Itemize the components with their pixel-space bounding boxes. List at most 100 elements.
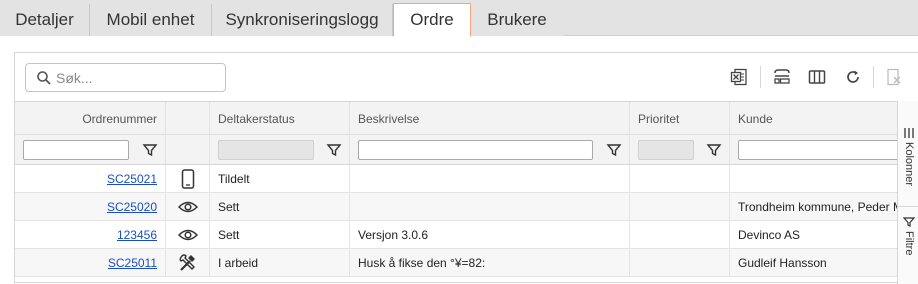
tab-brukere[interactable]: Brukere <box>471 4 563 36</box>
status-cell: Sett <box>209 221 349 248</box>
tab-mobil-enhet[interactable]: Mobil enhet <box>90 4 212 36</box>
table-row[interactable]: 123456 Sett Versjon 3.0.6 Devinco AS <box>15 221 897 249</box>
header-label: Kunde <box>738 111 773 126</box>
columns-button[interactable] <box>805 65 829 89</box>
status-cell: I arbeid <box>209 249 349 276</box>
description-cell <box>349 193 629 220</box>
customer-cell: Gudleif Hansson <box>729 249 897 276</box>
filter-input-beskrivelse[interactable] <box>358 140 593 160</box>
status-icon-cell <box>165 193 209 220</box>
filter-input-ordrenummer[interactable] <box>23 140 129 160</box>
tab-synkroniseringslogg[interactable]: Synkroniseringslogg <box>212 4 393 36</box>
side-panel: Kolonner Filtre <box>897 101 918 284</box>
order-number-cell: SC25011 <box>15 249 165 276</box>
refresh-icon <box>847 70 859 83</box>
customer-cell: Devinco AS <box>729 221 897 248</box>
clear-filter-icon <box>887 68 901 86</box>
status-cell: Sett <box>209 193 349 220</box>
column-header-ordrenummer[interactable]: Ordrenummer <box>15 102 165 135</box>
tab-bar: Detaljer Mobil enhet Synkroniseringslogg… <box>0 0 918 37</box>
order-number-cell: 123456 <box>15 221 165 248</box>
group-rows-button[interactable] <box>770 65 794 89</box>
eye-icon <box>177 201 198 212</box>
tab-label: Ordre <box>410 10 454 29</box>
filter-cell-deltakerstatus <box>209 135 349 164</box>
column-header-prioritet[interactable]: Prioritet <box>629 102 729 135</box>
customer-cell: Trondheim kommune, Peder M <box>729 193 897 220</box>
side-tab-label: Filtre <box>903 231 915 256</box>
clear-filter-button[interactable] <box>882 65 906 89</box>
priority-cell <box>629 221 729 248</box>
description-cell: Husk å fikse den °¥=82: <box>349 249 629 276</box>
table-row[interactable]: SC25011 I arbeid Husk å fikse den °¥=82:… <box>15 249 897 277</box>
filter-cell-beskrivelse <box>349 135 629 164</box>
refresh-button[interactable] <box>841 65 865 89</box>
tab-label: Brukere <box>487 10 547 29</box>
order-number-cell: SC25020 <box>15 193 165 220</box>
order-link[interactable]: SC25020 <box>107 200 157 214</box>
column-header-icon[interactable] <box>165 102 209 135</box>
side-tab-filters[interactable]: Filtre <box>898 216 918 255</box>
order-link[interactable]: SC25021 <box>107 172 157 186</box>
filter-icon[interactable] <box>706 142 722 158</box>
tab-label: Mobil enhet <box>106 10 195 29</box>
filter-select-prioritet[interactable] <box>638 140 694 160</box>
tab-detaljer[interactable]: Detaljer <box>0 4 90 36</box>
order-link[interactable]: SC25011 <box>108 256 157 270</box>
customer-cell <box>729 165 897 192</box>
side-tab-label: Kolonner <box>903 142 915 187</box>
status-icon-cell <box>165 249 209 276</box>
search-icon <box>37 71 51 85</box>
filter-cell-prioritet <box>629 135 729 164</box>
order-number-cell: SC25021 <box>15 165 165 192</box>
columns-icon <box>808 70 826 84</box>
side-tab-columns[interactable]: Kolonner <box>898 127 918 186</box>
column-header-beskrivelse[interactable]: Beskrivelse <box>349 102 629 135</box>
header-label: Prioritet <box>638 111 680 126</box>
filter-input-kunde[interactable] <box>738 140 897 160</box>
header-label: Ordrenummer <box>82 111 157 126</box>
priority-cell <box>629 249 729 276</box>
filter-icon[interactable] <box>326 142 342 158</box>
grid-header: Ordrenummer Deltakerstatus Beskrivelse P… <box>15 101 897 135</box>
columns-icon <box>904 128 914 138</box>
mobile-phone-icon <box>181 168 194 189</box>
table-row[interactable]: SC25021 Tildelt <box>15 165 897 193</box>
filter-icon[interactable] <box>606 142 622 158</box>
tools-icon <box>179 253 195 271</box>
description-cell <box>349 165 629 192</box>
search-box[interactable] <box>25 63 226 92</box>
filter-cell-kunde <box>729 135 897 164</box>
orders-grid: Ordrenummer Deltakerstatus Beskrivelse P… <box>15 101 897 284</box>
side-divider <box>898 206 918 207</box>
status-icon-cell <box>165 165 209 192</box>
order-link[interactable]: 123456 <box>117 228 157 242</box>
column-header-kunde[interactable]: Kunde <box>729 102 897 135</box>
tab-label: Detaljer <box>15 10 74 29</box>
tab-label: Synkroniseringslogg <box>225 10 379 29</box>
eye-icon <box>177 229 198 240</box>
priority-cell <box>629 193 729 220</box>
status-icon-cell <box>165 221 209 248</box>
description-cell: Versjon 3.0.6 <box>349 221 629 248</box>
filter-icon[interactable] <box>142 142 158 158</box>
header-label: Beskrivelse <box>358 111 420 126</box>
tab-ordre[interactable]: Ordre <box>393 3 471 37</box>
group-rows-icon <box>774 69 790 84</box>
filter-row <box>15 135 897 165</box>
search-input[interactable] <box>56 68 221 88</box>
column-header-deltakerstatus[interactable]: Deltakerstatus <box>209 102 349 135</box>
toolbar-divider <box>760 66 761 88</box>
toolbar-divider <box>873 66 874 88</box>
excel-export-button[interactable] <box>727 65 751 89</box>
filter-cell-icon <box>165 135 209 164</box>
orders-panel: Ordrenummer Deltakerstatus Beskrivelse P… <box>14 52 918 284</box>
header-label: Deltakerstatus <box>218 111 295 126</box>
filter-icon <box>903 217 915 227</box>
excel-export-icon <box>730 68 747 86</box>
filter-select-deltakerstatus[interactable] <box>218 140 314 160</box>
priority-cell <box>629 165 729 192</box>
filter-cell-ordrenummer <box>15 135 165 164</box>
table-row[interactable]: SC25020 Sett Trondheim kommune, Peder M <box>15 193 897 221</box>
status-cell: Tildelt <box>209 165 349 192</box>
